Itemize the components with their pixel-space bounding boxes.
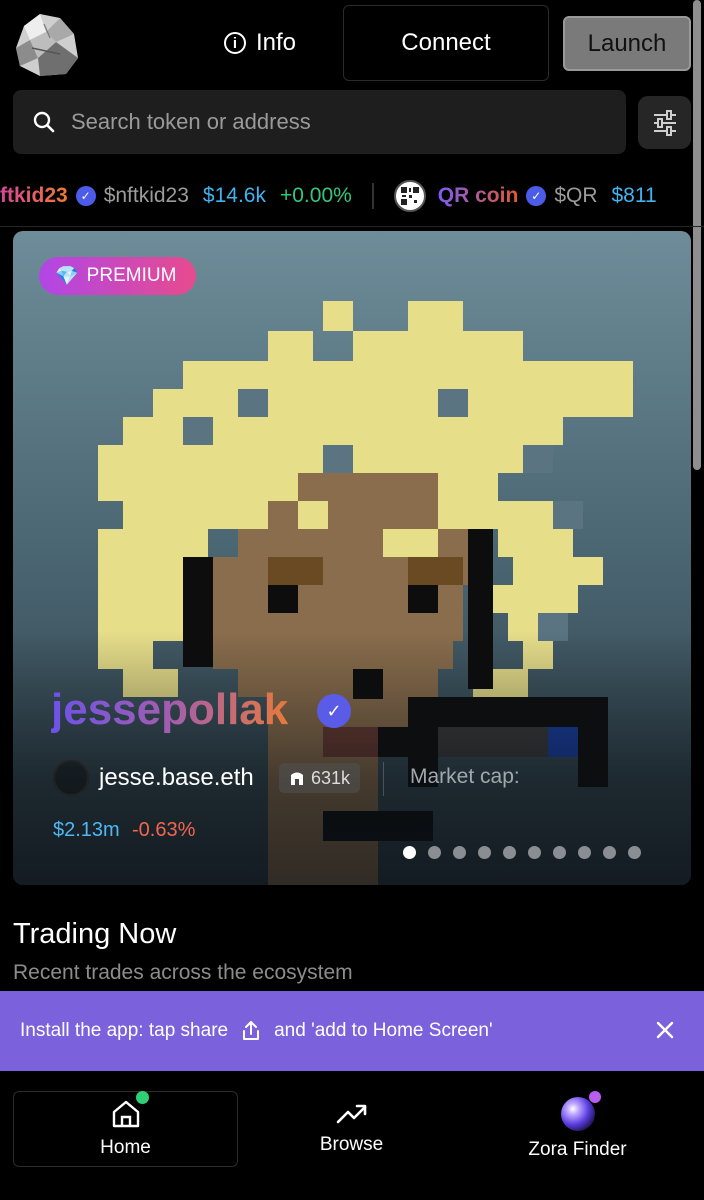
carousel-dot[interactable]: [403, 846, 416, 859]
coin-name[interactable]: jessepollak: [51, 685, 288, 735]
verified-icon: ✓: [526, 186, 547, 206]
creator-name[interactable]: jesse.base.eth: [99, 764, 254, 792]
launch-label: Launch: [587, 29, 667, 57]
search-input[interactable]: [69, 108, 593, 136]
ticker-price: $14.6k: [202, 184, 266, 207]
nav-label: Home: [100, 1137, 151, 1158]
section-title: Trading Now: [13, 918, 177, 950]
market-cap-label: Market cap:: [410, 765, 520, 788]
token-ticker: ftkid23 ✓ $nftkid23 $14.6k +0.00% QR coi…: [0, 168, 704, 224]
carousel-dot[interactable]: [478, 846, 491, 859]
nav-label: Browse: [319, 1134, 384, 1155]
premium-label: PREMIUM: [86, 265, 177, 286]
qr-code-icon: [393, 180, 426, 212]
ticker-symbol: $nftkid23: [103, 184, 189, 207]
filter-button[interactable]: [638, 96, 691, 149]
featured-coin-card[interactable]: 💎 PREMIUM jessepollak ✓ jesse.base.eth 6…: [13, 231, 691, 885]
premium-badge: 💎 PREMIUM: [39, 257, 197, 295]
carousel-dots: [403, 846, 641, 859]
bottom-nav: Home Browse Zora Finder: [0, 1071, 704, 1200]
creator-avatar[interactable]: [53, 760, 89, 796]
search-icon: [33, 111, 55, 133]
carousel-dot[interactable]: [603, 846, 616, 859]
rock-logo[interactable]: [10, 8, 82, 80]
carousel-dot[interactable]: [628, 846, 641, 859]
carousel-dot[interactable]: [553, 846, 566, 859]
info-label: Info: [256, 29, 297, 56]
verified-icon: ✓: [317, 694, 351, 728]
search-bar[interactable]: [13, 90, 626, 154]
diamond-icon: 💎: [55, 266, 79, 287]
install-app-banner: Install the app: tap share and 'add to H…: [0, 991, 704, 1071]
nav-browse[interactable]: Browse: [239, 1091, 464, 1167]
verified-icon: ✓: [75, 186, 96, 206]
notification-dot: [136, 1091, 149, 1104]
carousel-dot[interactable]: [503, 846, 516, 859]
ticker-name[interactable]: QR coin: [438, 184, 519, 208]
ticker-symbol: $QR: [554, 184, 598, 207]
connect-label: Connect: [401, 29, 491, 56]
info-icon: i: [224, 32, 246, 54]
ticker-change: +0.00%: [279, 184, 352, 207]
banner-text-end: and 'add to Home Screen': [274, 1020, 493, 1041]
ticker-name[interactable]: ftkid23: [0, 184, 68, 208]
market-cap-value: $2.13m: [53, 819, 120, 841]
close-icon: [656, 1021, 674, 1039]
carousel-dot[interactable]: [528, 846, 541, 859]
holders-badge: 631k: [279, 763, 361, 793]
sliders-icon: [653, 109, 676, 136]
section-subtitle: Recent trades across the ecosystem: [13, 961, 353, 984]
nav-home[interactable]: Home: [13, 1091, 238, 1167]
ticker-price: $811: [611, 184, 657, 207]
ticker-separator: [371, 183, 374, 209]
zora-holders-icon: [291, 772, 303, 785]
trending-up-icon: [336, 1104, 366, 1124]
stat-divider: [383, 762, 384, 796]
carousel-dot[interactable]: [578, 846, 591, 859]
nav-zora-finder[interactable]: Zora Finder: [465, 1091, 690, 1167]
page-scrollbar[interactable]: [693, 0, 701, 470]
ticker-divider: [0, 226, 704, 227]
connect-button[interactable]: Connect: [343, 5, 549, 81]
carousel-dot[interactable]: [453, 846, 466, 859]
share-icon: [242, 1021, 260, 1041]
holders-count: 631k: [311, 767, 351, 788]
banner-close-button[interactable]: [648, 1013, 682, 1047]
orb-icon: [560, 1097, 595, 1131]
info-button[interactable]: i Info: [224, 20, 296, 66]
home-icon: [112, 1100, 139, 1128]
nav-label: Zora Finder: [528, 1139, 627, 1160]
notification-dot: [589, 1091, 601, 1103]
banner-text-start: Install the app: tap share: [20, 1020, 229, 1041]
carousel-dot[interactable]: [428, 846, 441, 859]
market-cap-change: -0.63%: [132, 819, 196, 841]
launch-button[interactable]: Launch: [563, 16, 691, 71]
